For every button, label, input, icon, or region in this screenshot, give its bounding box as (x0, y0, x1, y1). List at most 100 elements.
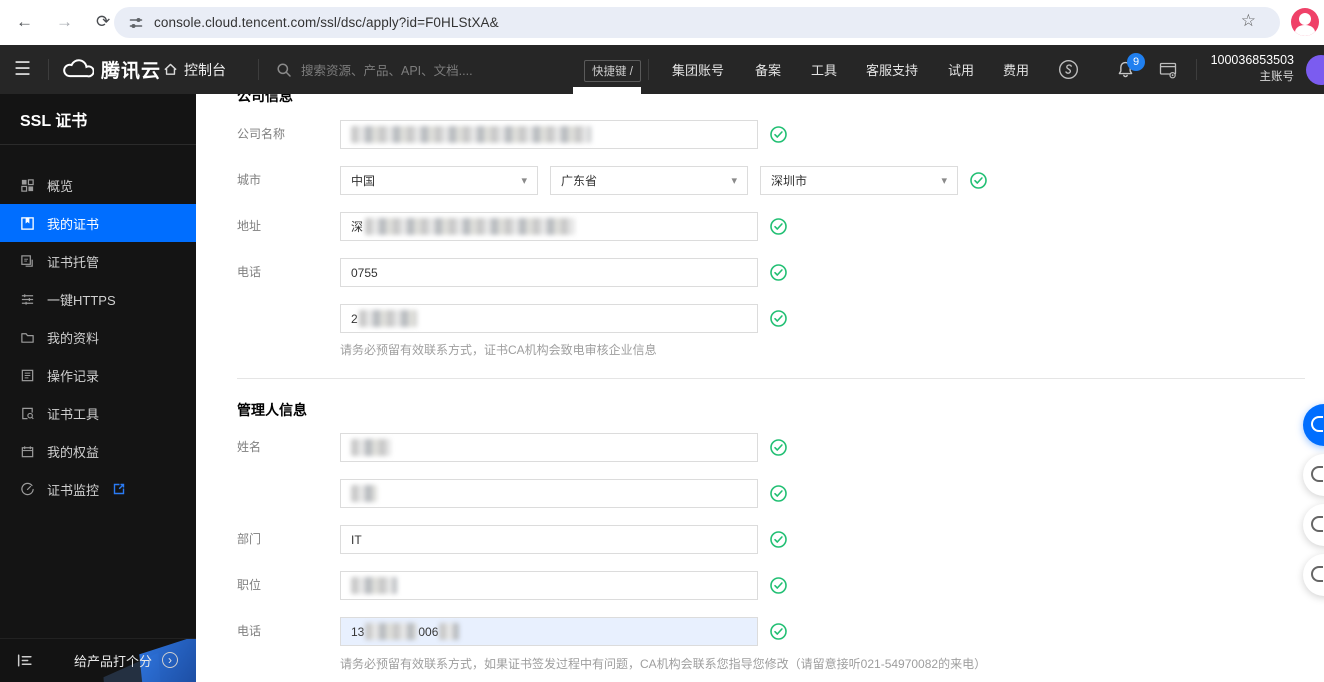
sidebar-footer: 给产品打个分 › (0, 638, 196, 682)
bookmark-star-icon[interactable]: ☆ (1241, 11, 1256, 31)
search-placeholder: 搜索资源、产品、API、文档.... (301, 64, 473, 78)
contact-support-fab[interactable] (1303, 404, 1324, 446)
address-bar[interactable]: console.cloud.tencent.com/ssl/dsc/apply?… (114, 7, 1280, 38)
sidebar-item-my-documents[interactable]: 我的资料 (0, 318, 196, 356)
manager-name-second-input[interactable] (340, 479, 758, 508)
feedback-fab[interactable] (1303, 454, 1324, 496)
nav-item-icp[interactable]: 备案 (755, 45, 781, 94)
valid-check-icon (770, 623, 787, 640)
my-benefits-icon (21, 445, 34, 457)
tencent-cloud-logo[interactable]: 腾讯云 (60, 45, 161, 94)
nav-item-tools[interactable]: 工具 (811, 45, 837, 94)
promotion-icon[interactable] (1058, 45, 1079, 94)
city-label: 城市 (237, 173, 262, 187)
sidebar-item-label: 操作记录 (47, 368, 100, 384)
collapse-sidebar-icon[interactable] (16, 652, 33, 669)
rate-product-link[interactable]: 给产品打个分 (74, 651, 152, 670)
survey-icon (1311, 516, 1323, 532)
address-input[interactable]: 深 (340, 212, 758, 241)
global-search[interactable]: 搜索资源、产品、API、文档.... (276, 45, 473, 94)
sidebar-item-my-certificates[interactable]: 我的证书 (0, 204, 196, 242)
sidebar: SSL 证书 概览 我的证书 证书托管 一键HTTPS 我的资料 操作记录 证书… (0, 94, 196, 682)
sidebar-item-label: 我的证书 (47, 216, 100, 232)
manager-phone-input[interactable]: 13 006 (340, 617, 758, 646)
sidebar-item-label: 我的权益 (47, 444, 100, 460)
redacted-value (351, 126, 591, 143)
company-phone-input[interactable]: 0755 (340, 258, 758, 287)
home-icon (164, 63, 177, 75)
valid-check-icon (770, 439, 787, 456)
sidebar-item-cert-tools[interactable]: 证书工具 (0, 394, 196, 432)
sidebar-item-label: 我的资料 (47, 330, 100, 346)
company-phone-label: 电话 (237, 265, 262, 279)
one-click-https-icon (21, 293, 34, 305)
sidebar-item-one-click-https[interactable]: 一键HTTPS (0, 280, 196, 318)
search-icon (277, 62, 291, 77)
account-info[interactable]: 100036853503 主账号 (1204, 52, 1294, 86)
rate-product-arrow-icon[interactable]: › (162, 652, 178, 668)
products-menu-icon[interactable]: ☰ (14, 45, 31, 94)
country-select[interactable]: 中国 ▾ (340, 166, 538, 195)
sidebar-item-cert-hosting[interactable]: 证书托管 (0, 242, 196, 280)
city-select[interactable]: 深圳市 ▾ (760, 166, 958, 195)
chevron-down-icon: ▾ (521, 175, 527, 187)
console-home-link[interactable]: 控制台 (163, 45, 226, 94)
external-link-icon (113, 483, 125, 495)
survey-fab[interactable] (1303, 504, 1324, 546)
redacted-value (365, 218, 576, 235)
sidebar-item-overview[interactable]: 概览 (0, 166, 196, 204)
province-select[interactable]: 广东省 ▾ (550, 166, 748, 195)
site-info-icon[interactable] (128, 15, 144, 31)
faq-icon (1311, 566, 1323, 582)
floating-toolbar (1303, 404, 1324, 604)
redacted-value (439, 623, 460, 640)
browser-back-icon[interactable]: ← (16, 10, 33, 34)
console-settings-icon[interactable] (1158, 45, 1178, 94)
browser-profile-avatar[interactable] (1291, 8, 1319, 36)
account-avatar[interactable] (1306, 55, 1324, 85)
divider (258, 59, 259, 80)
redacted-value (358, 310, 417, 327)
my-certificates-icon (21, 216, 34, 230)
operation-log-icon (21, 369, 34, 381)
department-input[interactable]: IT (340, 525, 758, 554)
company-name-label: 公司名称 (237, 127, 286, 141)
manager-name-label: 姓名 (237, 440, 262, 454)
sidebar-menu: 概览 我的证书 证书托管 一键HTTPS 我的资料 操作记录 证书工具 我的权益… (0, 145, 196, 508)
manager-name-input[interactable] (340, 433, 758, 462)
browser-refresh-icon[interactable]: ⟳ (96, 10, 110, 34)
valid-check-icon (770, 264, 787, 281)
position-input[interactable] (340, 571, 758, 600)
redacted-value (351, 485, 377, 502)
chevron-down-icon: ▾ (941, 175, 947, 187)
notifications-bell-icon[interactable]: 9 (1116, 53, 1145, 84)
valid-check-icon (770, 577, 787, 594)
sidebar-title: SSL 证书 (0, 94, 196, 145)
chevron-down-icon: ▾ (731, 175, 737, 187)
redacted-value (351, 577, 397, 594)
nav-item-group-account[interactable]: 集团账号 (672, 45, 724, 94)
country-value: 中国 (351, 174, 376, 188)
cert-monitor-icon (21, 482, 34, 495)
browser-forward-icon[interactable]: → (56, 10, 73, 34)
valid-check-icon (770, 218, 787, 235)
company-name-input[interactable] (340, 120, 758, 149)
url-text[interactable]: console.cloud.tencent.com/ssl/dsc/apply?… (154, 15, 499, 30)
console-topnav: ☰ 腾讯云 控制台 搜索资源、产品、API、文档.... 快捷键 / 集团账号 … (0, 45, 1324, 94)
sidebar-item-label: 证书工具 (47, 406, 100, 422)
nav-item-billing[interactable]: 费用 (1003, 45, 1029, 94)
company-phone-number-input[interactable]: 2 (340, 304, 758, 333)
faq-fab[interactable] (1303, 554, 1324, 596)
phone-fragment: 13 (351, 624, 365, 639)
province-value: 广东省 (561, 174, 598, 188)
sidebar-item-cert-monitor[interactable]: 证书监控 (0, 470, 196, 508)
sidebar-item-my-benefits[interactable]: 我的权益 (0, 432, 196, 470)
department-label: 部门 (237, 532, 262, 546)
city-value: 深圳市 (771, 174, 808, 188)
sidebar-item-operation-log[interactable]: 操作记录 (0, 356, 196, 394)
valid-check-icon (770, 531, 787, 548)
notification-count-badge[interactable]: 9 (1127, 53, 1145, 71)
address-visible-prefix: 深 (351, 220, 364, 234)
nav-item-trial[interactable]: 试用 (948, 45, 974, 94)
nav-item-support[interactable]: 客服支持 (866, 45, 918, 94)
